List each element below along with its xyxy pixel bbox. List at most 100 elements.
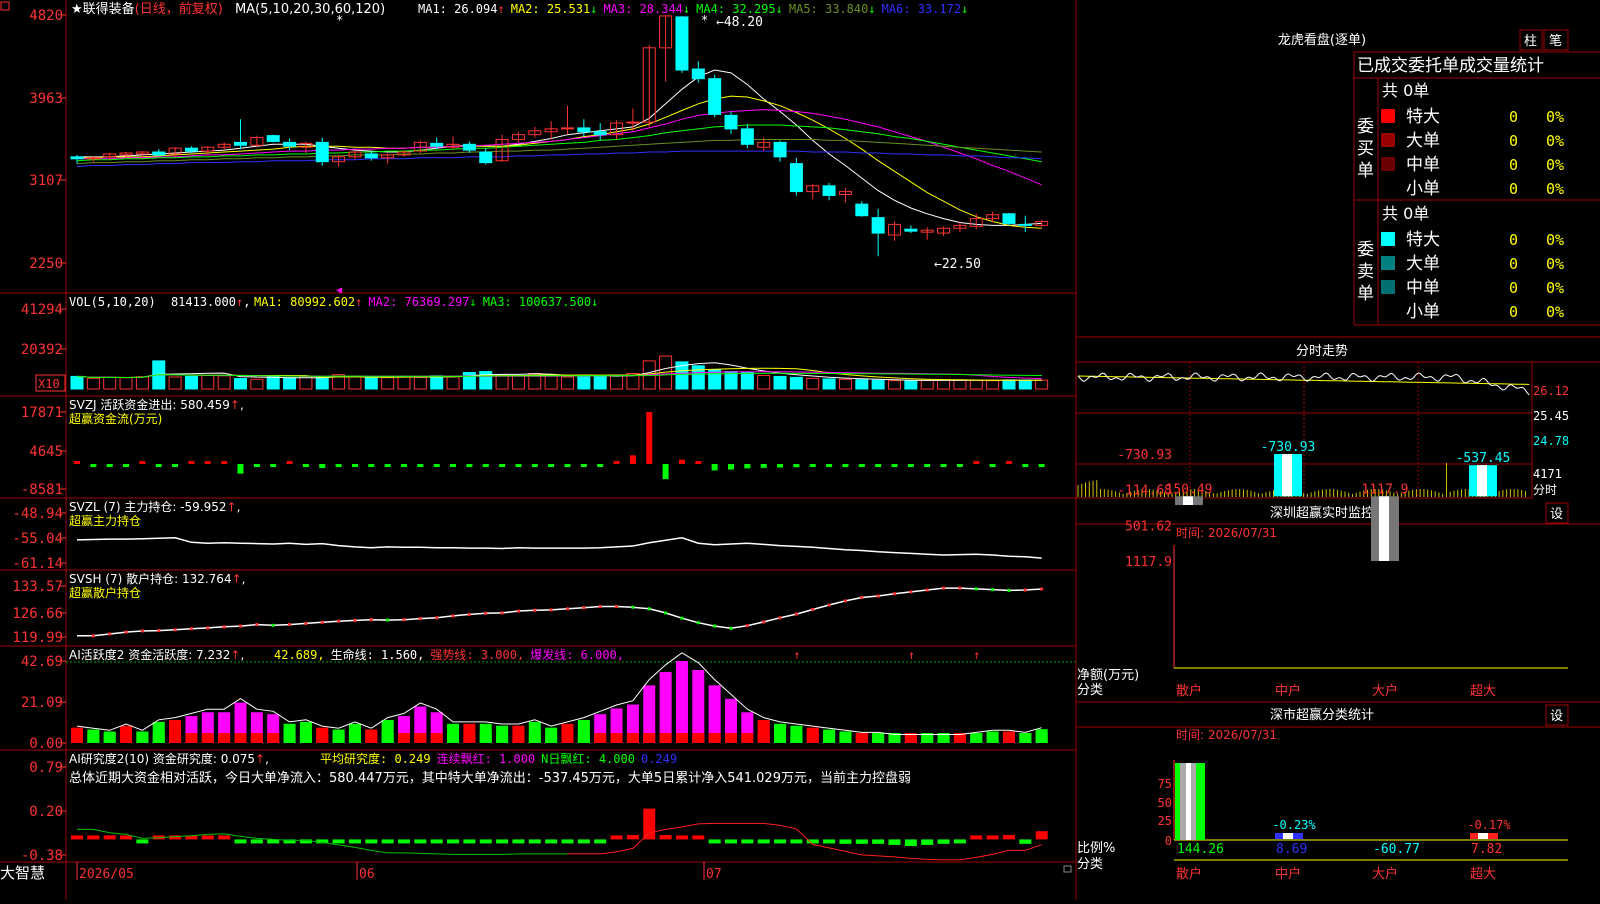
research-bar[interactable]	[921, 839, 934, 845]
fund-flow-bar[interactable]	[1022, 464, 1029, 468]
volume-bar[interactable]	[283, 377, 297, 390]
research-bar[interactable]	[561, 839, 574, 844]
research-bar[interactable]	[774, 839, 787, 844]
fund-flow-bar[interactable]	[106, 464, 113, 468]
fund-flow-bar[interactable]	[744, 464, 751, 469]
fund-flow-bar[interactable]	[531, 464, 538, 468]
volume-bar[interactable]	[920, 379, 934, 390]
volume-bar[interactable]	[266, 376, 280, 390]
fund-flow-bar[interactable]	[728, 464, 734, 470]
fund-flow-bar[interactable]	[450, 464, 457, 468]
volume-bar[interactable]	[299, 376, 313, 390]
window-menu-icon[interactable]	[0, 1, 10, 11]
fund-flow-bar[interactable]	[204, 461, 211, 465]
candle[interactable]	[708, 78, 722, 115]
volume-bar[interactable]	[119, 377, 133, 390]
research-bar[interactable]	[839, 839, 852, 844]
research-bar[interactable]	[675, 835, 688, 840]
candle[interactable]	[904, 228, 918, 232]
research-bar[interactable]	[953, 839, 966, 844]
candle[interactable]	[626, 121, 640, 124]
volume-bar[interactable]	[184, 375, 198, 390]
candle[interactable]	[234, 141, 247, 146]
volume-bar[interactable]	[430, 375, 444, 390]
volume-bar[interactable]	[986, 380, 1000, 390]
fund-flow-bar[interactable]	[319, 464, 326, 469]
research-bar[interactable]	[823, 839, 836, 844]
fund-flow-bar[interactable]	[646, 412, 653, 465]
research-bar[interactable]	[872, 839, 885, 844]
candle[interactable]	[691, 68, 705, 80]
ma-indicator-name[interactable]: MA(5,10,20,30,60,120)	[235, 2, 385, 17]
research-bar[interactable]	[348, 839, 361, 844]
candle[interactable]	[724, 114, 738, 130]
fund-flow-bar[interactable]	[417, 464, 424, 468]
fund-flow-bar[interactable]	[564, 464, 571, 468]
fund-flow-bar[interactable]	[777, 464, 784, 468]
research-bar[interactable]	[512, 839, 525, 844]
fund-flow-bar[interactable]	[793, 464, 800, 468]
fund-flow-bar[interactable]	[858, 464, 865, 468]
research-bar[interactable]	[692, 835, 705, 840]
research-bar[interactable]	[937, 839, 950, 844]
volume-bar[interactable]	[446, 376, 460, 390]
fund-flow-bar[interactable]	[188, 461, 195, 465]
research-bar[interactable]	[1019, 839, 1032, 844]
research-bar[interactable]	[528, 839, 541, 844]
fund-flow-bar[interactable]	[368, 464, 375, 468]
volume-bar[interactable]	[1018, 379, 1032, 390]
research-bar[interactable]	[218, 835, 231, 840]
research-bar[interactable]	[398, 839, 410, 844]
fund-flow-bar[interactable]	[401, 464, 407, 468]
candle[interactable]	[1002, 213, 1016, 224]
volume-bar[interactable]	[544, 374, 558, 390]
candle[interactable]	[577, 127, 591, 133]
fund-flow-bar[interactable]	[351, 464, 358, 468]
research-bar[interactable]	[855, 839, 868, 844]
fund-flow-bar[interactable]	[891, 464, 898, 468]
event-marker[interactable]: *	[701, 13, 708, 27]
fund-flow-bar[interactable]	[384, 464, 391, 468]
volume-bar[interactable]	[757, 374, 771, 390]
fund-flow-bar[interactable]	[253, 464, 260, 468]
svg-text:AI研究度2(10) 资金研究度: 0.075↑,[interactable]: AI研究度2(10) 资金研究度: 0.075↑,	[69, 751, 269, 766]
fund-flow-bar[interactable]	[809, 464, 816, 468]
candle[interactable]	[479, 151, 493, 164]
research-bar[interactable]	[545, 839, 558, 844]
activity-bar[interactable]	[675, 661, 688, 743]
candle[interactable]	[86, 157, 100, 160]
volume-bar[interactable]	[364, 376, 378, 390]
candle[interactable]	[561, 127, 574, 130]
volume-bar[interactable]	[1002, 379, 1016, 390]
volume-bar[interactable]	[838, 378, 852, 390]
research-bar[interactable]	[71, 835, 83, 840]
research-bar[interactable]	[430, 839, 443, 844]
fund-flow-bar[interactable]	[90, 464, 97, 468]
volume-bar[interactable]	[479, 371, 493, 390]
research-bar[interactable]	[463, 839, 476, 844]
research-bar[interactable]	[332, 839, 345, 844]
volume-bar[interactable]	[103, 376, 117, 390]
fund-flow-bar[interactable]	[302, 464, 309, 468]
stock-name[interactable]: 联得装备	[83, 1, 135, 17]
fund-flow-bar[interactable]	[989, 464, 996, 468]
fund-flow-bar[interactable]	[678, 459, 685, 465]
activity-bar[interactable]	[659, 671, 672, 743]
activity-bar[interactable]	[692, 670, 705, 743]
volume-bar[interactable]	[773, 375, 787, 390]
volume-bar[interactable]	[724, 371, 738, 390]
fund-flow-bar[interactable]	[172, 464, 179, 468]
volume-bar[interactable]	[577, 376, 591, 390]
volume-bar[interactable]	[561, 376, 574, 390]
volume-bar[interactable]	[740, 372, 754, 390]
research-bar[interactable]	[643, 808, 656, 840]
fund-flow-bar[interactable]	[597, 464, 604, 468]
research-bar[interactable]	[250, 839, 263, 844]
fund-flow-bar[interactable]	[1038, 464, 1045, 468]
fund-flow-bar[interactable]	[842, 464, 849, 468]
candle[interactable]	[593, 131, 607, 136]
research-bar[interactable]	[790, 839, 803, 844]
research-bar[interactable]	[103, 835, 116, 840]
fund-flow-bar[interactable]	[286, 461, 293, 465]
candle[interactable]	[70, 156, 84, 160]
